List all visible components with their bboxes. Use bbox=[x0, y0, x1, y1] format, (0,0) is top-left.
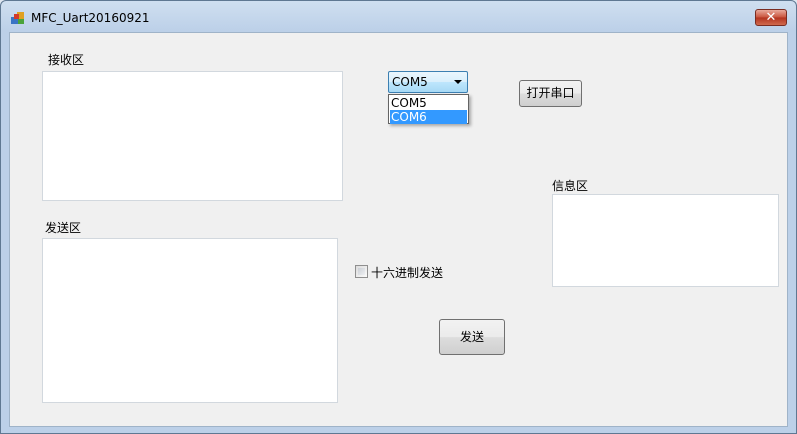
title-bar[interactable]: MFC_Uart20160921 ✕ bbox=[1, 1, 796, 33]
info-textarea[interactable] bbox=[552, 194, 779, 287]
hex-send-label[interactable]: 十六进制发送 bbox=[371, 264, 443, 281]
open-port-button[interactable]: 打开串口 bbox=[519, 80, 582, 107]
app-window: MFC_Uart20160921 ✕ 接收区 发送区 COM5 COM5 COM… bbox=[0, 0, 797, 434]
receive-area-label: 接收区 bbox=[48, 53, 85, 67]
send-area-label: 发送区 bbox=[45, 221, 82, 235]
com-port-option-com6[interactable]: COM6 bbox=[390, 110, 467, 124]
info-area-label: 信息区 bbox=[552, 179, 589, 193]
receive-textarea[interactable] bbox=[42, 71, 343, 201]
com-port-selected-value: COM5 bbox=[392, 75, 428, 89]
window-title: MFC_Uart20160921 bbox=[31, 11, 150, 25]
dialog-client-area: 接收区 发送区 COM5 COM5 COM6 打开串口 信息区 十六进制发送 发… bbox=[9, 32, 788, 427]
com-port-dropdown-list: COM5 COM6 bbox=[388, 94, 469, 124]
send-button[interactable]: 发送 bbox=[439, 319, 505, 355]
app-icon bbox=[11, 12, 24, 24]
chevron-down-icon[interactable] bbox=[454, 80, 462, 84]
com-port-select[interactable]: COM5 bbox=[388, 71, 468, 93]
com-port-option-com5[interactable]: COM5 bbox=[390, 96, 467, 110]
close-icon: ✕ bbox=[765, 10, 777, 25]
close-button[interactable]: ✕ bbox=[755, 9, 787, 26]
send-textarea[interactable] bbox=[42, 238, 338, 403]
hex-send-checkbox[interactable] bbox=[355, 265, 368, 278]
